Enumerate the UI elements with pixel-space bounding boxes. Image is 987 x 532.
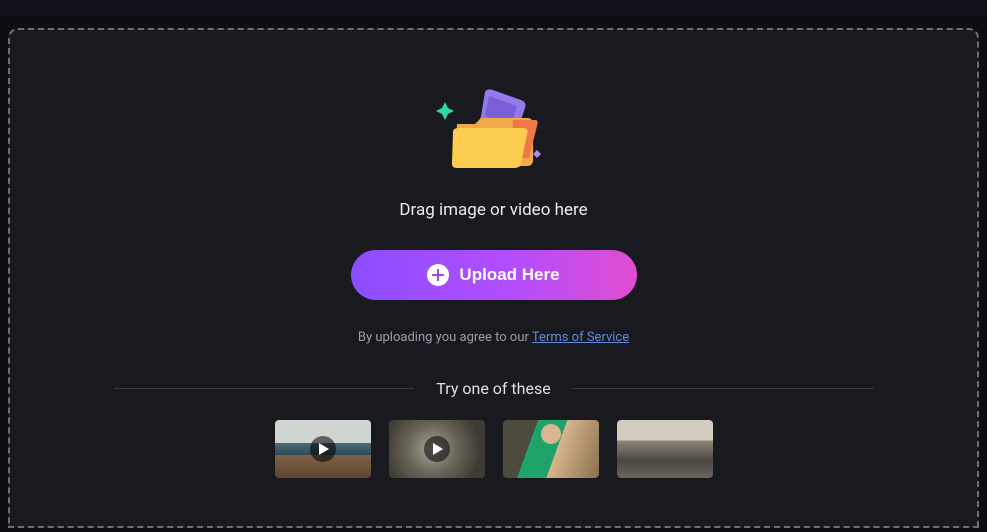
sample-thumb-4[interactable]: [617, 420, 713, 478]
terms-prefix: By uploading you agree to our: [358, 330, 532, 345]
sample-thumbnails-row: [275, 420, 713, 478]
divider-line: [573, 388, 874, 389]
sample-thumb-2[interactable]: [389, 420, 485, 478]
upload-button[interactable]: Upload Here: [351, 250, 637, 300]
upload-dropzone[interactable]: Drag image or video here Upload Here By …: [8, 28, 979, 528]
sample-image: [617, 420, 713, 478]
plus-circle-icon: [427, 264, 449, 286]
upload-button-label: Upload Here: [459, 265, 559, 285]
folder-upload-icon: [429, 86, 559, 182]
divider-line: [114, 388, 415, 389]
try-label: Try one of these: [436, 379, 550, 398]
play-icon: [424, 436, 450, 462]
top-bar: [0, 0, 987, 16]
sample-thumb-3[interactable]: [503, 420, 599, 478]
sample-thumb-1[interactable]: [275, 420, 371, 478]
play-icon: [310, 436, 336, 462]
terms-of-service-link[interactable]: Terms of Service: [532, 330, 629, 345]
terms-line: By uploading you agree to our Terms of S…: [358, 330, 629, 345]
sample-image: [503, 420, 599, 478]
try-divider: Try one of these: [114, 379, 874, 398]
drag-instruction-text: Drag image or video here: [399, 200, 587, 220]
